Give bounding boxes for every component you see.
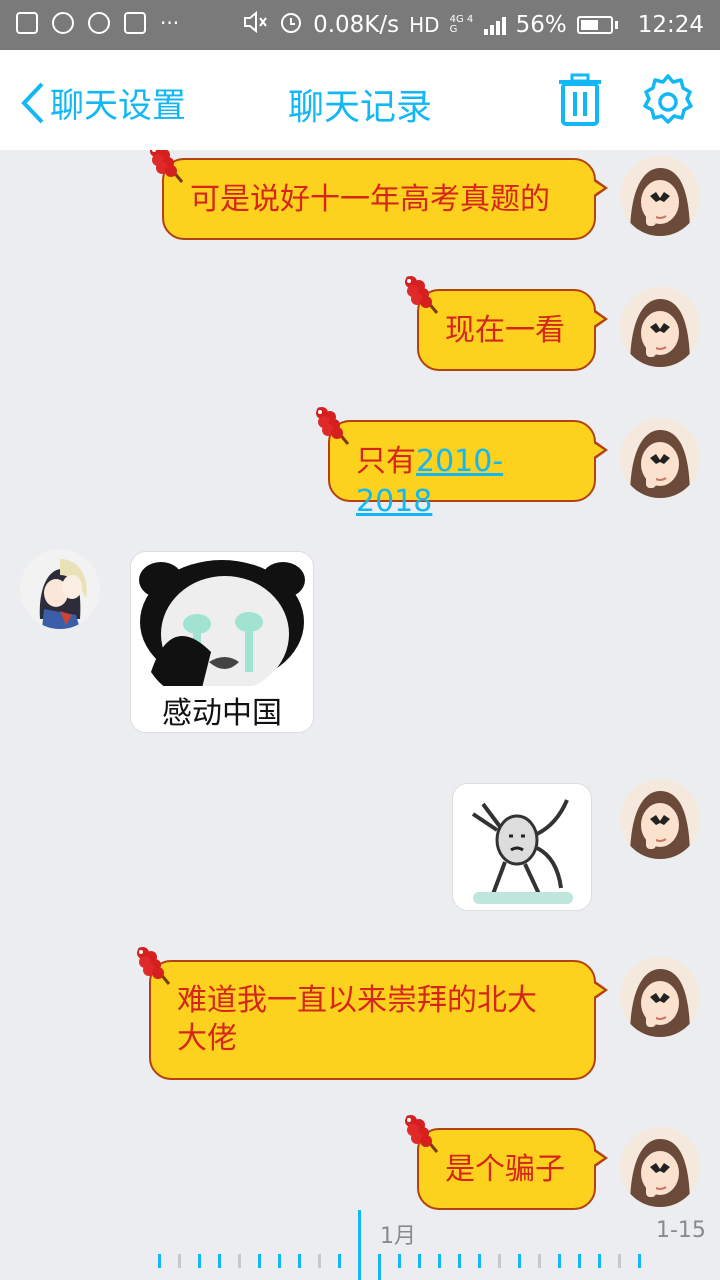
message-text-line-2: 大佬 — [177, 1021, 237, 1056]
message-text: 是个骗子 — [445, 1152, 565, 1187]
message-text: 现在一看 — [445, 313, 565, 348]
more-dots-icon: ··· — [160, 11, 180, 35]
message-bubble[interactable]: 只有2010-2018 — [316, 407, 608, 519]
meme-figure-icon — [453, 784, 591, 910]
message-text: 只有 — [356, 444, 416, 479]
system-indicators: 0.08K/s HD 4G 4G 56% 12:24 — [243, 10, 704, 40]
signal-icon — [483, 15, 506, 35]
gear-icon — [643, 74, 693, 124]
candy-haws-icon — [399, 1112, 445, 1169]
my-avatar[interactable] — [620, 156, 700, 236]
contact-avatar[interactable] — [20, 549, 100, 629]
timeline-ticks — [158, 1254, 641, 1280]
message-bubble[interactable]: 难道我一直以来崇拜的北大 大佬 — [137, 947, 608, 1080]
candy-haws-icon — [310, 404, 356, 461]
trash-button[interactable] — [556, 72, 604, 132]
chat-history[interactable]: 可是说好十一年高考真题的 现在一看 只有2010-2018 感动中国 难道我一直… — [0, 150, 720, 1210]
status-bar: ··· 0.08K/s HD 4G 4G 56% 12:24 — [0, 0, 720, 50]
month-label: 1月 — [380, 1224, 416, 1249]
my-avatar[interactable] — [620, 779, 700, 859]
my-avatar[interactable] — [620, 1127, 700, 1207]
screenshot-icon — [124, 12, 146, 34]
sticker-panda[interactable]: 感动中国 — [130, 551, 314, 733]
my-avatar[interactable] — [620, 418, 700, 498]
date-scrubber[interactable]: 1月 1-15 — [0, 1210, 720, 1280]
back-label: 聊天设置 — [50, 86, 186, 126]
sticker-caption: 感动中国 — [162, 696, 282, 731]
music-icon — [52, 12, 74, 34]
candy-haws-icon — [144, 150, 190, 199]
message-text-line-1: 难道我一直以来崇拜的北大 — [177, 983, 537, 1018]
my-avatar[interactable] — [620, 957, 700, 1037]
settings-button[interactable] — [640, 72, 696, 132]
chevron-left-icon — [21, 82, 44, 123]
battery-icon — [576, 16, 613, 34]
message-bubble[interactable]: 可是说好十一年高考真题的 — [150, 150, 608, 240]
back-button[interactable]: 聊天设置 — [18, 78, 186, 127]
sticker-meme[interactable] — [452, 783, 592, 911]
message-bubble[interactable]: 现在一看 — [405, 276, 608, 371]
image-icon — [16, 12, 38, 34]
sync-icon — [88, 12, 110, 34]
notification-icons: ··· — [16, 12, 179, 34]
title-bar: 聊天设置 聊天记录 — [0, 50, 720, 150]
mute-icon — [243, 10, 269, 40]
network-type: 4G 4G — [449, 14, 474, 35]
network-speed: 0.08K/s — [313, 12, 400, 38]
date-label: 1-15 — [656, 1218, 706, 1243]
candy-haws-icon — [131, 944, 177, 1000]
candy-haws-icon — [399, 273, 445, 330]
my-avatar[interactable] — [620, 287, 700, 367]
message-text: 可是说好十一年高考真题的 — [190, 182, 550, 217]
message-bubble[interactable]: 是个骗子 — [405, 1115, 608, 1210]
hd-label: HD — [409, 13, 440, 37]
alarm-icon — [279, 10, 303, 40]
trash-icon — [559, 73, 601, 126]
clock: 12:24 — [637, 12, 704, 38]
battery-percent: 56% — [515, 12, 567, 38]
